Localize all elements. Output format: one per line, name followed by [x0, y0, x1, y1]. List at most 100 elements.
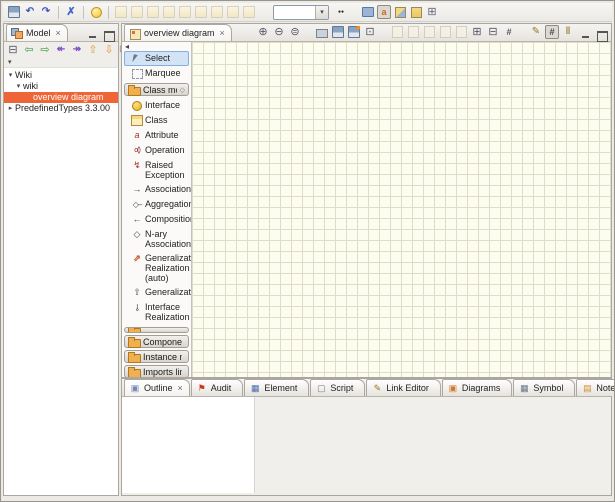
move-up-icon[interactable] — [86, 43, 100, 57]
show-page-bounds-icon[interactable] — [470, 25, 484, 39]
palette-tool-raised-exception[interactable]: Raised Exception — [124, 158, 189, 182]
palette-tool-select[interactable]: Select — [124, 51, 189, 66]
new-element-icon-1[interactable] — [114, 5, 128, 19]
palette-tool-attribute[interactable]: Attribute — [124, 128, 189, 143]
save-diagram-icon[interactable] — [332, 26, 344, 38]
undo-icon[interactable] — [23, 5, 37, 19]
palette-section-instance-model[interactable]: Instance model — [124, 350, 189, 363]
fit-to-window-icon[interactable] — [363, 25, 377, 39]
minimize-button[interactable] — [580, 29, 592, 41]
palette-section-class-model[interactable]: Class model ◇ — [124, 83, 189, 96]
grid-visible-icon[interactable] — [502, 25, 516, 39]
tab-model[interactable]: Model × — [6, 24, 68, 41]
palette-collapse-icon[interactable]: ◂ — [124, 43, 189, 51]
export-image-icon[interactable] — [348, 26, 360, 38]
maximize-button[interactable] — [103, 29, 115, 41]
save-icon[interactable] — [8, 6, 20, 18]
diagram-canvas[interactable] — [192, 42, 611, 377]
print-icon[interactable] — [315, 25, 329, 39]
palette-section-partial[interactable] — [124, 327, 189, 333]
new-element-icon-3[interactable] — [146, 5, 160, 19]
model-perspective-icon[interactable] — [377, 5, 391, 19]
new-element-icon-8[interactable] — [226, 5, 240, 19]
matrix-icon[interactable] — [425, 5, 439, 19]
move-down-icon[interactable] — [102, 43, 116, 57]
palette-section-component-model[interactable]: Component mo... — [124, 335, 189, 348]
new-element-icon-6[interactable] — [194, 5, 208, 19]
hide-decorations-icon[interactable] — [486, 25, 500, 39]
palette-tool-marquee[interactable]: Marquee — [124, 66, 189, 81]
edit-links-icon[interactable] — [529, 25, 543, 39]
related-backward-icon[interactable] — [54, 43, 68, 57]
tab-element[interactable]: Element — [244, 379, 309, 396]
palette-tool-operation[interactable]: Operation — [124, 143, 189, 158]
tab-script[interactable]: Script — [310, 379, 365, 396]
palette-tool-nary-association[interactable]: N-ary Association — [124, 227, 189, 251]
maximize-button[interactable] — [596, 29, 608, 41]
palette-tool-generalization[interactable]: Generalization — [124, 285, 189, 300]
zoom-fit-icon[interactable] — [288, 25, 302, 39]
collapse-all-icon[interactable] — [6, 43, 20, 57]
tab-outline[interactable]: Outline × — [124, 379, 190, 396]
tree-expander-icon[interactable]: ▾ — [14, 81, 23, 92]
palette-item-label: N-ary Association — [145, 229, 191, 249]
related-forward-icon[interactable] — [70, 43, 84, 57]
diagram-option-icon-2[interactable] — [406, 25, 420, 39]
diagram-option-icon-4[interactable] — [438, 25, 452, 39]
new-element-icon-2[interactable] — [130, 5, 144, 19]
tab-symbol[interactable]: Symbol — [513, 379, 575, 396]
palette-tool-aggregation[interactable]: Aggregation — [124, 197, 189, 212]
palette-tool-interface[interactable]: Interface — [124, 98, 189, 113]
snap-to-grid-icon[interactable] — [545, 25, 559, 39]
close-icon[interactable]: × — [220, 29, 225, 38]
configure-icon[interactable] — [64, 5, 78, 19]
search-icon[interactable] — [334, 5, 348, 19]
zoom-out-icon[interactable] — [272, 25, 286, 39]
palette-tool-generalization-realization[interactable]: Generalizatio... Realization (auto) — [124, 251, 189, 285]
tab-diagrams[interactable]: Diagrams — [442, 379, 513, 396]
page-breaks-icon[interactable] — [561, 25, 575, 39]
combo-dropdown-icon[interactable]: ▾ — [315, 6, 328, 19]
tab-notes-constraints[interactable]: Notes and constraints — [576, 379, 615, 396]
tree-expander-icon[interactable]: ▾ — [6, 70, 15, 81]
minimize-button[interactable] — [87, 29, 99, 41]
zoom-in-icon[interactable] — [256, 25, 270, 39]
palette-tool-composition[interactable]: Composition — [124, 212, 189, 227]
new-element-icon-9[interactable] — [242, 5, 256, 19]
developer-perspective-icon[interactable] — [409, 5, 423, 19]
new-element-icon-5[interactable] — [178, 5, 192, 19]
analyst-perspective-icon[interactable] — [393, 5, 407, 19]
tree-item-predefinedtypes[interactable]: ▸ PredefinedTypes 3.3.00 — [4, 103, 118, 114]
tab-link-editor[interactable]: Link Editor — [366, 379, 441, 396]
element-search-combo[interactable]: ▾ — [273, 5, 329, 20]
palette-section-imports-links[interactable]: Imports links — [124, 365, 189, 377]
tree-item-wiki[interactable]: ▾ Wiki — [4, 70, 118, 81]
new-element-icon-4[interactable] — [162, 5, 176, 19]
application-window: ▾ Model × ▾ ▾ Wiki — [0, 0, 615, 502]
close-icon[interactable]: × — [178, 384, 183, 393]
element-search-input[interactable] — [274, 7, 315, 18]
close-icon[interactable]: × — [56, 29, 61, 38]
palette-item-label: Association — [145, 184, 191, 194]
palette-tool-association[interactable]: Association — [124, 182, 189, 197]
bottom-panel-content — [122, 397, 611, 493]
nav-back-icon[interactable] — [22, 43, 36, 57]
diagram-option-icon-1[interactable] — [390, 25, 404, 39]
tree-expander-icon[interactable]: ▸ — [6, 103, 15, 114]
diagram-option-icon-3[interactable] — [422, 25, 436, 39]
tip-icon[interactable] — [89, 5, 103, 19]
diagram-option-icon-5[interactable] — [454, 25, 468, 39]
palette-pin-icon[interactable]: ◇ — [180, 86, 185, 94]
nav-forward-icon[interactable] — [38, 43, 52, 57]
tab-overview-diagram[interactable]: overview diagram × — [124, 24, 232, 41]
new-element-icon-7[interactable] — [210, 5, 224, 19]
view-menu-chevron-icon[interactable]: ▾ — [4, 58, 118, 68]
tree-item-wiki-package[interactable]: ▾ wiki — [4, 81, 118, 92]
workspace-icon[interactable] — [361, 5, 375, 19]
tree-item-overview-diagram[interactable]: overview diagram — [4, 92, 118, 103]
outline-view-content[interactable] — [122, 397, 255, 493]
palette-tool-interface-realization[interactable]: Interface Realization — [124, 300, 189, 324]
redo-icon[interactable] — [39, 5, 53, 19]
tab-audit[interactable]: Audit — [191, 379, 244, 396]
palette-tool-class[interactable]: Class — [124, 113, 189, 128]
